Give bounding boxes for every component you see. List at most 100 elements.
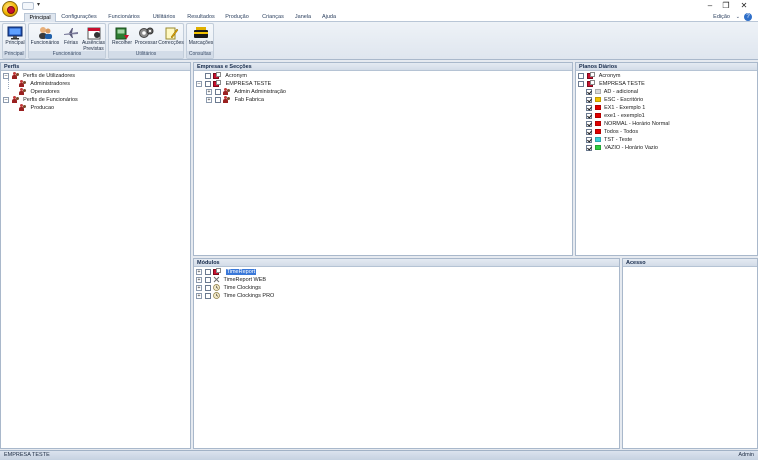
principal-button-label: Principal [5, 40, 25, 46]
plan-item[interactable]: EX1 - Exemplo 1 [586, 104, 645, 112]
tree-item-administradores[interactable]: Administradores [19, 80, 70, 88]
expand-toggle[interactable]: + [196, 292, 202, 299]
maximize-button[interactable]: ❐ [718, 0, 734, 12]
tree-item-perfis-utilizadores[interactable]: – Perfis de Utilizadores [3, 72, 75, 80]
tab-configuracoes[interactable]: Configurações [58, 13, 100, 22]
checkbox[interactable] [578, 72, 584, 79]
ribbon-group-principal: Principal Principal [2, 23, 26, 59]
modulos-panel: Módulos + TimeReport + TimeReport WEB + … [193, 258, 620, 449]
marcacoes-button[interactable]: Marcações [188, 25, 214, 53]
module-label: TimeReport WEB [223, 277, 267, 283]
checkbox[interactable] [204, 284, 211, 291]
planos-panel: Planos Diários Acronym EMPRESA TESTE AD … [575, 62, 758, 256]
status-bar: EMPRESA TESTE Admin [0, 450, 758, 460]
quick-access-save-icon[interactable] [22, 2, 34, 10]
checkbox-checked[interactable] [586, 120, 592, 127]
tab-utilitarios[interactable]: Utilitários [148, 13, 180, 22]
tree-item-planos-acronym[interactable]: Acronym [578, 72, 620, 80]
tree-item-operadores[interactable]: Operadores [19, 88, 60, 96]
module-item-timereport[interactable]: + TimeReport [196, 268, 257, 276]
company-icon [213, 80, 222, 88]
tree-item-perfis-funcionarios[interactable]: – Perfis de Funcionários [3, 96, 78, 104]
checkbox-checked[interactable] [586, 128, 592, 135]
principal-button[interactable]: Principal [4, 25, 26, 53]
tree-item-planos-empresa-teste[interactable]: EMPRESA TESTE [578, 80, 645, 88]
empresas-panel: Empresas e Secções Acronym – EMPRESA TES… [193, 62, 573, 256]
expand-toggle[interactable]: + [196, 276, 202, 283]
checkbox[interactable] [204, 292, 211, 299]
plan-item[interactable]: NORMAL - Horário Normal [586, 120, 670, 128]
plan-color-swatch [594, 113, 601, 119]
edit-menu[interactable]: Edição [713, 13, 730, 22]
checkbox-checked[interactable] [586, 136, 592, 143]
funcionarios-button[interactable]: Funcionários [30, 25, 60, 53]
checkbox[interactable] [204, 80, 211, 87]
module-item-timereport-web[interactable]: + TimeReport WEB [196, 276, 266, 284]
tree-item-label: Acronym [598, 73, 621, 79]
tree-item-admin[interactable]: + Admin Administração [206, 88, 286, 96]
plan-color-swatch [594, 137, 601, 143]
gears-icon [138, 26, 154, 40]
module-item-time-clockings[interactable]: + Time Clockings [196, 284, 261, 292]
checkbox[interactable] [214, 88, 221, 95]
tree-item-label: EMPRESA TESTE [225, 81, 272, 87]
monitor-icon [7, 26, 23, 40]
tab-producao[interactable]: Produção [222, 13, 252, 22]
expand-toggle[interactable]: + [196, 268, 202, 275]
tree-item-fab[interactable]: + Fab Fabrica [206, 96, 264, 104]
correccoes-button[interactable]: Correcções [158, 25, 184, 53]
expand-toggle[interactable]: + [196, 284, 202, 291]
tree-item-producao[interactable]: Producao [19, 104, 54, 112]
tab-ajuda[interactable]: Ajuda [318, 13, 340, 22]
tab-funcionarios[interactable]: Funcionários [104, 13, 144, 22]
checkbox-checked[interactable] [586, 96, 592, 103]
expand-toggle[interactable]: + [206, 88, 212, 95]
plan-item[interactable]: ESC - Escritório [586, 96, 643, 104]
checkbox[interactable] [214, 96, 221, 103]
plan-item[interactable]: exe1 - exemplo1 [586, 112, 645, 120]
tree-item-label: Admin Administração [234, 89, 286, 95]
plan-item[interactable]: AD - adicional [586, 88, 638, 96]
checkbox-checked[interactable] [586, 88, 592, 95]
plan-item[interactable]: VAZIO - Horário Vazio [586, 144, 658, 152]
tab-resultados[interactable]: Resultados [184, 13, 218, 22]
ausencias-previstas-button[interactable]: Ausências Previstas [81, 25, 106, 53]
tab-criancas[interactable]: Crianças [258, 13, 288, 22]
tree-item-label: Perfis de Funcionários [23, 97, 78, 103]
status-company: EMPRESA TESTE [4, 452, 50, 458]
funcionarios-button-label: Funcionários [30, 40, 60, 46]
collapse-toggle[interactable]: – [3, 72, 9, 79]
tab-principal[interactable]: Principal [24, 13, 56, 22]
help-icon[interactable]: ? [744, 13, 752, 21]
expand-toggle[interactable]: + [206, 96, 212, 103]
recolher-button[interactable]: Recolher [110, 25, 134, 53]
checkbox[interactable] [578, 80, 584, 87]
tree-item-acronym[interactable]: Acronym [196, 72, 247, 80]
checkbox[interactable] [204, 268, 211, 275]
checkbox-checked[interactable] [586, 112, 592, 119]
application-menu-button[interactable] [2, 1, 18, 17]
collapse-toggle[interactable]: – [3, 96, 9, 103]
close-button[interactable]: ✕ [736, 0, 752, 12]
minimize-button[interactable]: – [702, 0, 718, 12]
ferias-button[interactable]: Férias [62, 25, 80, 53]
ribbon-group-consultas: Marcações Consultas [186, 23, 214, 59]
plan-item[interactable]: Todos - Todos [586, 128, 638, 136]
tree-item-label: Administradores [30, 81, 70, 87]
collapse-toggle[interactable]: – [196, 80, 202, 87]
plan-label: exe1 - exemplo1 [604, 113, 645, 119]
ribbon-minimize-icon[interactable]: ⌄ [736, 13, 740, 22]
checkbox-checked[interactable] [586, 104, 592, 111]
checkbox[interactable] [204, 72, 211, 79]
tree-item-empresa-teste[interactable]: – EMPRESA TESTE [196, 80, 271, 88]
module-item-time-clockings-pro[interactable]: + Time Clockings PRO [196, 292, 274, 300]
checkbox[interactable] [204, 276, 211, 283]
checkbox-checked[interactable] [586, 144, 592, 151]
tab-janela[interactable]: Janela [292, 13, 314, 22]
processar-button[interactable]: Processar [134, 25, 158, 53]
plan-item[interactable]: TST - Teste [586, 136, 632, 144]
module-label: Time Clockings [223, 285, 261, 291]
employees-icon [37, 26, 53, 40]
ribbon-tab-row: Principal Configurações Funcionários Uti… [0, 12, 758, 22]
quick-access-dropdown-icon[interactable]: ▾ [37, 1, 40, 8]
